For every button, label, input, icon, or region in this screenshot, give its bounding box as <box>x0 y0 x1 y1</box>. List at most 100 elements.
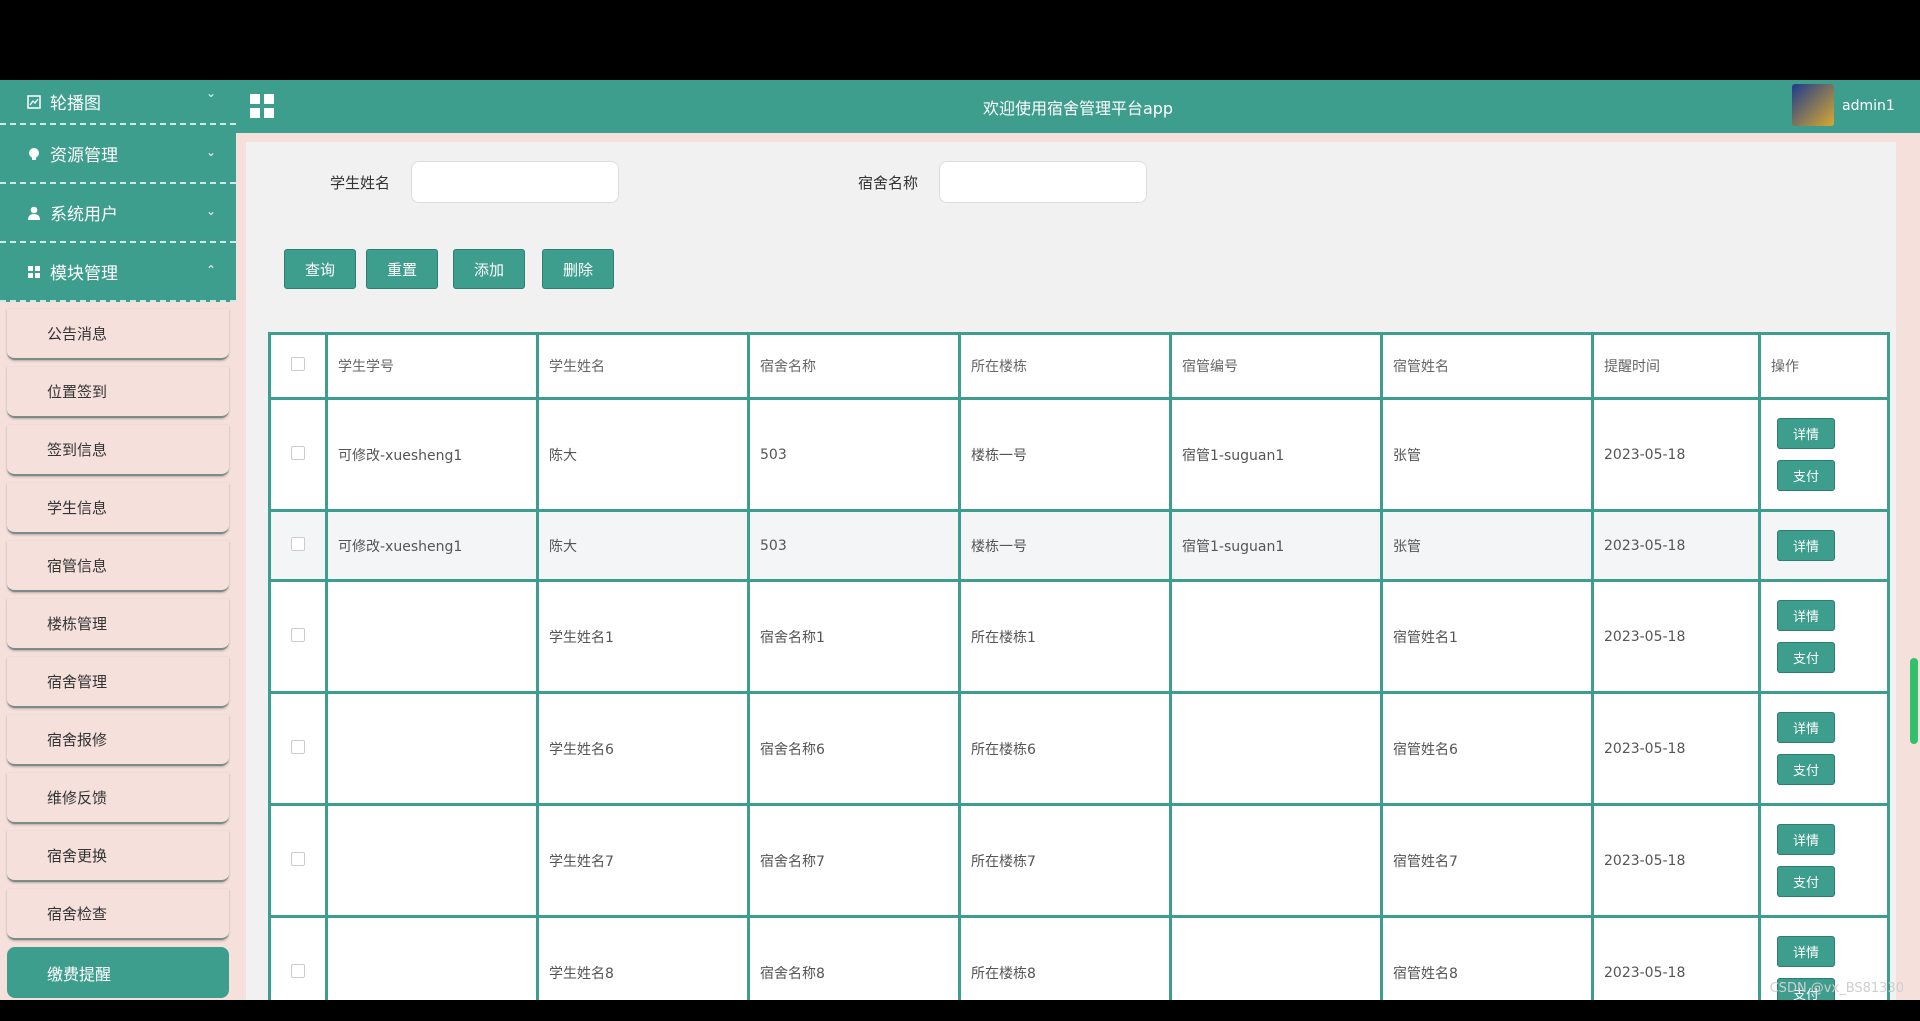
table-cell: 2023-05-18 <box>1591 803 1761 918</box>
row-checkbox[interactable] <box>291 851 305 866</box>
table-cell: 2023-05-18 <box>1591 691 1761 806</box>
sidebar-group-label: 模块管理 <box>50 264 118 284</box>
scrollbar-thumb[interactable] <box>1910 658 1918 744</box>
table-cell: 2023-05-18 <box>1591 579 1761 694</box>
sidebar-group-carousel[interactable]: 轮播图 ⌄ <box>0 80 236 125</box>
table-cell: 张管 <box>1380 397 1594 512</box>
dorm-name-input[interactable] <box>939 161 1147 203</box>
table-cell: 张管 <box>1380 509 1594 582</box>
delete-button[interactable]: 删除 <box>542 249 614 289</box>
row-checkbox[interactable] <box>291 536 305 551</box>
sidebar-group-users[interactable]: 系统用户 ⌄ <box>0 184 236 243</box>
sidebar: 轮播图 ⌄ 资源管理 ⌄ 系统用户 ⌄ 模块管理 ⌃ 公告消息 位置签到 签到信… <box>0 80 236 1000</box>
table-cell: 楼栋一号 <box>958 397 1172 512</box>
detail-button[interactable]: 详情 <box>1777 600 1835 631</box>
row-checkbox[interactable] <box>291 739 305 754</box>
table-cell <box>1169 803 1383 918</box>
select-all-cell <box>268 332 328 400</box>
table-cell: 陈大 <box>536 509 750 582</box>
column-header[interactable]: 提醒时间 <box>1591 332 1761 400</box>
table-cell: 所在楼栋6 <box>958 691 1172 806</box>
select-all-checkbox[interactable] <box>291 357 305 371</box>
table-cell <box>325 691 539 806</box>
row-checkbox[interactable] <box>291 445 305 460</box>
table-row: 学生姓名7 宿舍名称7 所在楼栋7 宿管姓名7 2023-05-18 详情 支付 <box>268 803 1890 918</box>
reset-button[interactable]: 重置 <box>366 249 438 289</box>
student-name-input[interactable] <box>411 161 619 203</box>
column-header[interactable]: 宿管姓名 <box>1380 332 1594 400</box>
operations-cell: 详情 支付 <box>1758 579 1890 694</box>
sidebar-item-announcements[interactable]: 公告消息 <box>7 309 229 360</box>
sidebar-item-building-mgmt[interactable]: 楼栋管理 <box>7 599 229 650</box>
detail-button[interactable]: 详情 <box>1777 530 1835 561</box>
grid-icon <box>26 264 42 280</box>
sidebar-group-modules[interactable]: 模块管理 ⌃ <box>0 243 236 302</box>
pay-button[interactable]: 支付 <box>1777 866 1835 897</box>
sidebar-item-checkin-info[interactable]: 签到信息 <box>7 425 229 476</box>
chevron-up-icon: ⌃ <box>205 263 216 277</box>
operations-cell: 详情 支付 <box>1758 803 1890 918</box>
table-cell: 宿舍名称8 <box>747 915 961 1000</box>
sidebar-group-label: 资源管理 <box>50 146 118 166</box>
table-cell: 宿管1-suguan1 <box>1169 397 1383 512</box>
sidebar-item-repair-feedback[interactable]: 维修反馈 <box>7 773 229 824</box>
add-button[interactable]: 添加 <box>453 249 525 289</box>
sidebar-group-resources[interactable]: 资源管理 ⌄ <box>0 125 236 184</box>
table-cell: 所在楼栋8 <box>958 915 1172 1000</box>
sidebar-item-dorm-change[interactable]: 宿舍更换 <box>7 831 229 882</box>
detail-button[interactable]: 详情 <box>1777 712 1835 743</box>
sidebar-item-student-info[interactable]: 学生信息 <box>7 483 229 534</box>
data-table: 学生学号 学生姓名 宿舍名称 所在楼栋 宿管编号 宿管姓名 提醒时间 操作 可修… <box>268 332 1890 1000</box>
table-cell: 宿舍名称7 <box>747 803 961 918</box>
table-cell: 宿管姓名7 <box>1380 803 1594 918</box>
main-content: 学生姓名 宿舍名称 查询 重置 添加 删除 学生学号 学生姓名 宿舍名称 所在楼… <box>246 142 1896 1000</box>
table-cell: 宿管1-suguan1 <box>1169 509 1383 582</box>
operations-cell: 详情 支付 <box>1758 691 1890 806</box>
table-cell: 503 <box>747 397 961 512</box>
table-cell: 学生姓名8 <box>536 915 750 1000</box>
row-checkbox[interactable] <box>291 963 305 978</box>
table-cell <box>325 803 539 918</box>
sidebar-group-label: 系统用户 <box>50 205 118 225</box>
avatar[interactable] <box>1792 84 1834 126</box>
row-select-cell <box>268 509 328 582</box>
sidebar-item-manager-info[interactable]: 宿管信息 <box>7 541 229 592</box>
table-cell: 楼栋一号 <box>958 509 1172 582</box>
pay-button[interactable]: 支付 <box>1777 460 1835 491</box>
student-name-label: 学生姓名 <box>330 174 391 192</box>
table-cell: 宿舍名称1 <box>747 579 961 694</box>
query-button[interactable]: 查询 <box>284 249 356 289</box>
column-header[interactable]: 宿舍名称 <box>747 332 961 400</box>
detail-button[interactable]: 详情 <box>1777 936 1835 967</box>
table-cell: 宿管姓名1 <box>1380 579 1594 694</box>
top-header: 欢迎使用宿舍管理平台app admin1 <box>236 80 1920 133</box>
table-cell: 宿舍名称6 <box>747 691 961 806</box>
table-row: 可修改-xuesheng1 陈大 503 楼栋一号 宿管1-suguan1 张管 2023-… <box>268 509 1890 582</box>
sidebar-item-location-checkin[interactable]: 位置签到 <box>7 367 229 418</box>
column-header[interactable]: 学生学号 <box>325 332 539 400</box>
sidebar-item-dorm-inspection[interactable]: 宿舍检查 <box>7 889 229 940</box>
table-row: 可修改-xuesheng1 陈大 503 楼栋一号 宿管1-suguan1 张管 2023-… <box>268 397 1890 512</box>
sidebar-item-payment-reminder[interactable]: 缴费提醒 <box>7 947 229 998</box>
column-header[interactable]: 所在楼栋 <box>958 332 1172 400</box>
username[interactable]: admin1 <box>1842 98 1895 114</box>
row-checkbox[interactable] <box>291 627 305 642</box>
detail-button[interactable]: 详情 <box>1777 824 1835 855</box>
column-header[interactable]: 学生姓名 <box>536 332 750 400</box>
row-select-cell <box>268 579 328 694</box>
table-cell <box>1169 691 1383 806</box>
sidebar-item-dorm-repair[interactable]: 宿舍报修 <box>7 715 229 766</box>
table-cell <box>1169 579 1383 694</box>
table-cell: 学生姓名6 <box>536 691 750 806</box>
user-icon <box>26 205 42 221</box>
sidebar-group-label: 轮播图 <box>50 94 101 114</box>
pay-button[interactable]: 支付 <box>1777 642 1835 673</box>
watermark: CSDN @vx_BS81330 <box>1769 981 1904 996</box>
pay-button[interactable]: 支付 <box>1777 754 1835 785</box>
detail-button[interactable]: 详情 <box>1777 418 1835 449</box>
sidebar-item-dorm-mgmt[interactable]: 宿舍管理 <box>7 657 229 708</box>
row-select-cell <box>268 915 328 1000</box>
table-cell: 陈大 <box>536 397 750 512</box>
column-header[interactable]: 宿管编号 <box>1169 332 1383 400</box>
page-title: 欢迎使用宿舍管理平台app <box>982 99 1174 118</box>
